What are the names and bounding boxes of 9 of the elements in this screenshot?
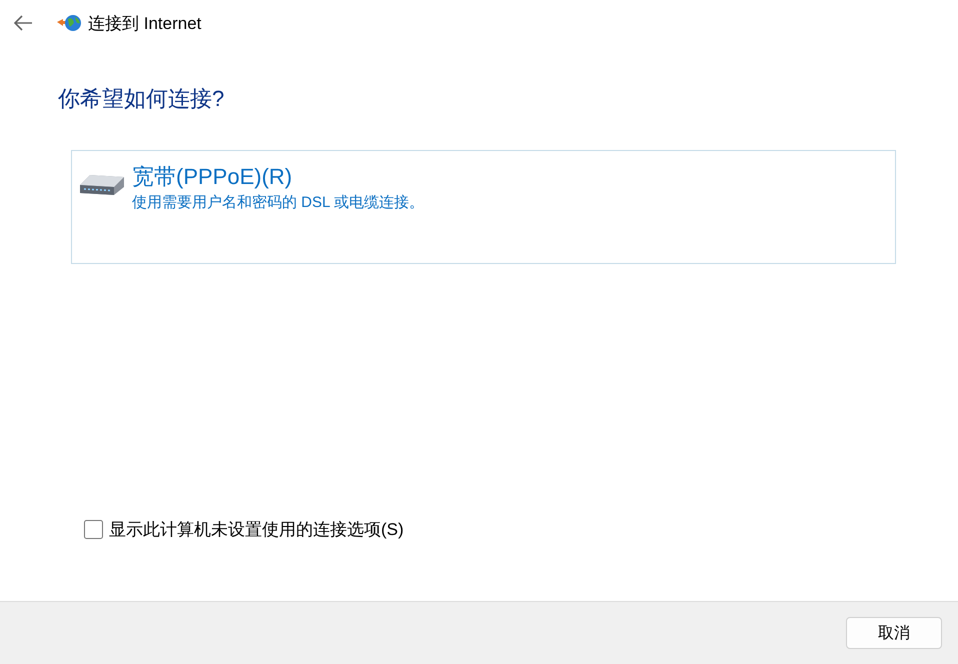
window-title: 连接到 Internet	[88, 12, 202, 34]
checkbox-label: 显示此计算机未设置使用的连接选项(S)	[109, 519, 404, 541]
checkbox[interactable]	[84, 520, 103, 539]
option-description: 使用需要用户名和密码的 DSL 或电缆连接。	[132, 193, 424, 212]
page-heading: 你希望如何连接?	[58, 85, 226, 113]
globe-icon	[56, 13, 82, 33]
connection-option[interactable]: 宽带(PPPoE)(R) 使用需要用户名和密码的 DSL 或电缆连接。	[71, 150, 896, 264]
cancel-button[interactable]: 取消	[846, 617, 942, 649]
option-title: 宽带(PPPoE)(R)	[132, 163, 294, 191]
